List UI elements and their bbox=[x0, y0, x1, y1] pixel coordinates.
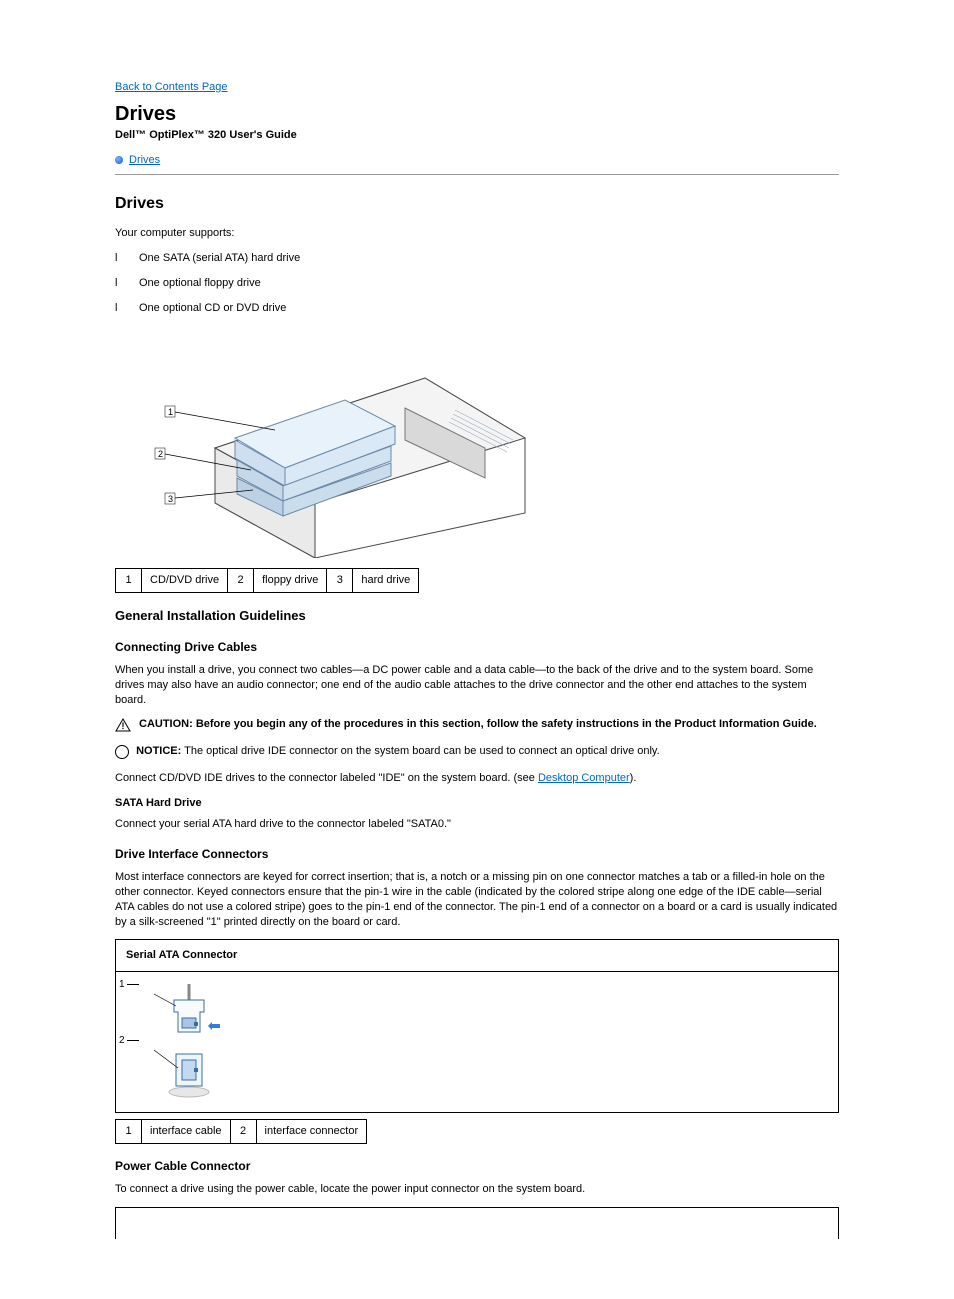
list-item: l One optional floppy drive bbox=[115, 276, 839, 291]
caution-block: ! CAUTION: Before you begin any of the p… bbox=[115, 717, 839, 732]
callout-num: 3 bbox=[327, 569, 353, 593]
callout-1: 1 bbox=[118, 978, 140, 992]
figure-sata-connector: Serial ATA Connector 1 2 bbox=[115, 939, 839, 1113]
intro-list: l One SATA (serial ATA) hard drive l One o… bbox=[115, 251, 839, 316]
section-drives-heading: Drives bbox=[115, 193, 839, 215]
ide-pre: Connect CD/DVD IDE drives to the connect… bbox=[115, 772, 538, 784]
page-title: Drives bbox=[115, 101, 839, 128]
notice-ide: NOTICE: The optical drive IDE connector … bbox=[115, 744, 839, 759]
interface-connectors-heading: Drive Interface Connectors bbox=[115, 846, 839, 862]
title-text: Drives bbox=[115, 101, 176, 128]
figure-caption: Serial ATA Connector bbox=[116, 940, 838, 972]
table-row: 1 interface cable 2 interface connector bbox=[116, 1120, 367, 1144]
topic-drives-link[interactable]: Drives bbox=[129, 153, 160, 168]
back-to-contents-link[interactable]: Back to Contents Page bbox=[115, 80, 839, 95]
sata-para: Connect your serial ATA hard drive to th… bbox=[115, 817, 839, 832]
figure2-callout-table: 1 interface cable 2 interface connector bbox=[115, 1119, 367, 1144]
desktop-computer-link[interactable]: Desktop Computer bbox=[538, 772, 630, 784]
caution-text: CAUTION: Before you begin any of the pro… bbox=[139, 717, 817, 732]
bullet-icon bbox=[115, 156, 123, 164]
callout-num: 2 bbox=[228, 569, 254, 593]
notice-text: The optical drive IDE connector on the s… bbox=[181, 745, 659, 757]
topic-link-row: Drives bbox=[115, 153, 839, 168]
figure-content: 1 2 bbox=[116, 972, 838, 1112]
sata-heading: SATA Hard Drive bbox=[115, 796, 839, 811]
figure-power-connector-top bbox=[115, 1207, 839, 1239]
figure1-callout-table: 1 CD/DVD drive 2 floppy drive 3 hard dri… bbox=[115, 568, 419, 593]
general-guidelines-heading: General Installation Guidelines bbox=[115, 607, 839, 625]
table-row: 1 CD/DVD drive 2 floppy drive 3 hard dri… bbox=[116, 569, 419, 593]
callout-label: hard drive bbox=[353, 569, 419, 593]
list-text: One optional floppy drive bbox=[139, 276, 261, 291]
sata-connector-illustration bbox=[144, 982, 234, 1112]
svg-text:3: 3 bbox=[168, 494, 173, 504]
callout-num: 1 bbox=[116, 569, 142, 593]
list-marker: l bbox=[115, 276, 131, 291]
list-item: l One SATA (serial ATA) hard drive bbox=[115, 251, 839, 266]
ide-post: ). bbox=[630, 772, 637, 784]
svg-text:!: ! bbox=[122, 721, 125, 731]
power-cable-para: To connect a drive using the power cable… bbox=[115, 1182, 839, 1197]
figure-computer: 1 2 3 bbox=[125, 328, 839, 563]
callout-num: 2 bbox=[230, 1120, 256, 1144]
list-marker: l bbox=[115, 251, 131, 266]
callout-label: interface cable bbox=[142, 1120, 231, 1144]
svg-text:1: 1 bbox=[168, 407, 173, 417]
notice-icon bbox=[115, 745, 129, 759]
callout-2: 2 bbox=[118, 1034, 140, 1048]
computer-illustration: 1 2 3 bbox=[125, 328, 545, 558]
list-item: l One optional CD or DVD drive bbox=[115, 301, 839, 316]
list-text: One optional CD or DVD drive bbox=[139, 301, 286, 316]
list-text: One SATA (serial ATA) hard drive bbox=[139, 251, 300, 266]
divider bbox=[115, 174, 839, 175]
intro-para: Your computer supports: bbox=[115, 226, 839, 241]
power-cable-heading: Power Cable Connector bbox=[115, 1158, 839, 1174]
product-subtitle: Dell™ OptiPlex™ 320 User's Guide bbox=[115, 128, 839, 143]
interface-para: Most interface connectors are keyed for … bbox=[115, 870, 839, 929]
connecting-cables-heading: Connecting Drive Cables bbox=[115, 639, 839, 655]
list-marker: l bbox=[115, 301, 131, 316]
caution-icon: ! bbox=[115, 718, 131, 732]
ide-connect-para: Connect CD/DVD IDE drives to the connect… bbox=[115, 771, 839, 786]
notice-label: NOTICE: bbox=[136, 745, 181, 757]
caution-label: CAUTION: Before you begin any of the pro… bbox=[139, 718, 817, 730]
callout-label: floppy drive bbox=[254, 569, 327, 593]
callout-num: 1 bbox=[116, 1120, 142, 1144]
svg-text:2: 2 bbox=[158, 449, 163, 459]
callout-label: CD/DVD drive bbox=[142, 569, 228, 593]
callout-label: interface connector bbox=[256, 1120, 367, 1144]
connecting-para: When you install a drive, you connect tw… bbox=[115, 663, 839, 708]
